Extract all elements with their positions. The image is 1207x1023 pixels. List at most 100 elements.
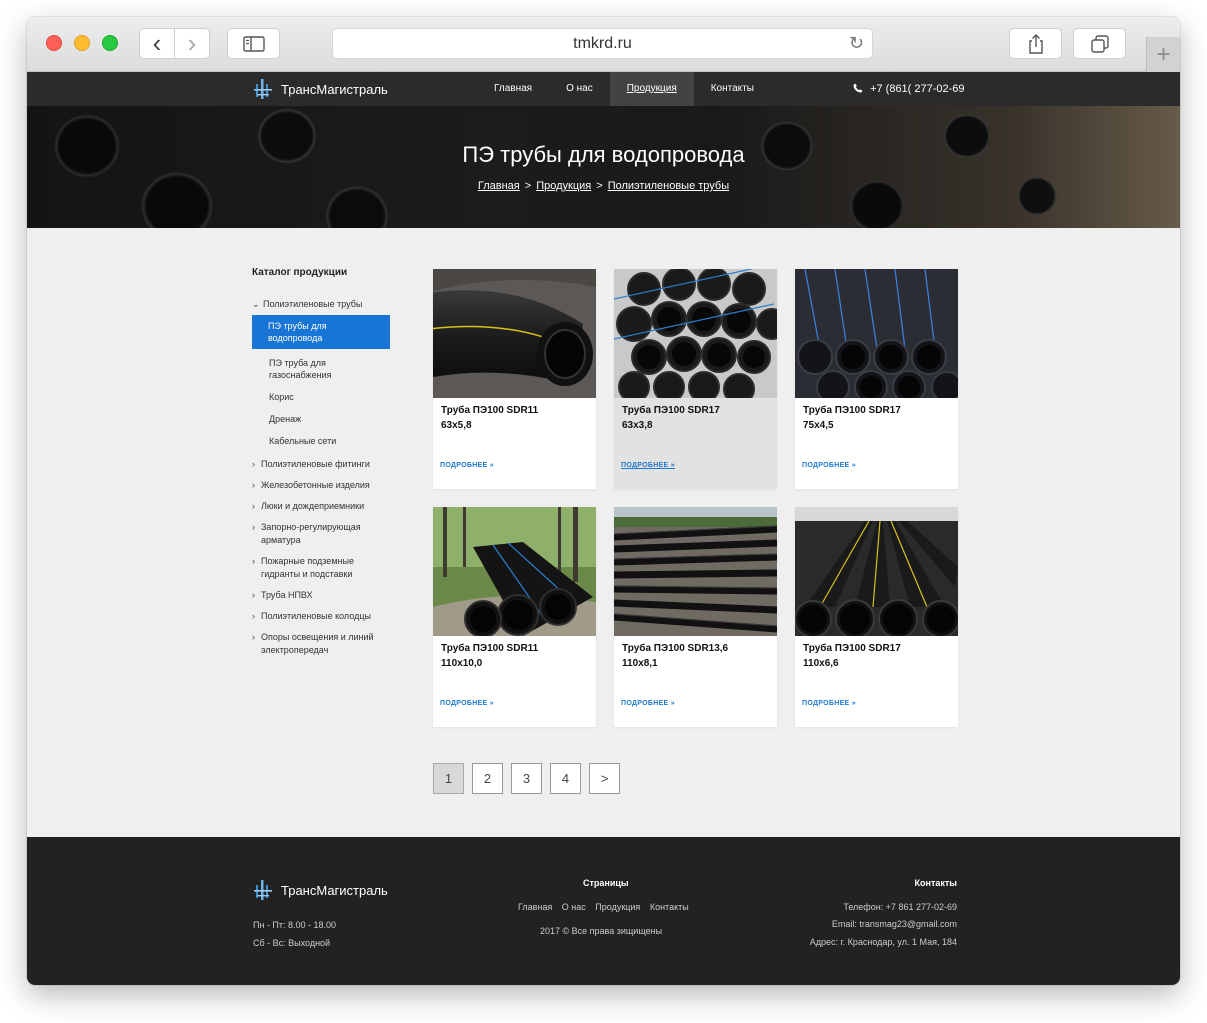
- site-logo[interactable]: ТрансМагистраль: [253, 78, 388, 100]
- catalog-group-hydrants[interactable]: › Пожарные подземные гидранты и подставки: [252, 555, 392, 581]
- catalog-subitem-gas-pipes[interactable]: ПЭ труба для газоснабжения: [252, 355, 390, 383]
- more-link[interactable]: ПОДРОБНЕЕ »: [440, 700, 494, 707]
- product-title: Труба ПЭ100 SDR17 63х3,8: [622, 403, 720, 433]
- chevron-left-icon: ‹: [152, 28, 162, 58]
- product-name: Труба ПЭ100 SDR17: [803, 405, 901, 416]
- product-card[interactable]: Труба ПЭ100 SDR11 110х10,0 ПОДРОБНЕЕ »: [433, 507, 596, 727]
- site-footer: ТрансМагистраль Пн - Пт: 8.00 - 18.00 Сб…: [27, 837, 1180, 985]
- footer-link-contacts[interactable]: Контакты: [650, 902, 689, 912]
- catalog-group-label: Запорно-регулирующая арматура: [261, 522, 361, 545]
- pagination: 1 2 3 4 >: [433, 763, 620, 794]
- breadcrumb-separator: >: [596, 180, 603, 192]
- nav-link-home[interactable]: Главная: [477, 72, 549, 106]
- forward-button[interactable]: ›: [174, 28, 210, 59]
- share-button[interactable]: [1009, 28, 1062, 59]
- page-button-2[interactable]: 2: [472, 763, 503, 794]
- page-button-1[interactable]: 1: [433, 763, 464, 794]
- sidebar-toggle-button[interactable]: [227, 28, 280, 59]
- logo-icon: [254, 79, 272, 99]
- product-grid: Труба ПЭ100 SDR11 63х5,8 ПОДРОБНЕЕ » Труб…: [423, 263, 963, 727]
- product-card[interactable]: Труба ПЭ100 SDR13,6 110х8,1 ПОДРОБНЕЕ »: [613, 507, 778, 727]
- page-button-3[interactable]: 3: [511, 763, 542, 794]
- chevron-right-icon: ›: [187, 28, 197, 58]
- more-link[interactable]: ПОДРОБНЕЕ »: [802, 462, 856, 469]
- breadcrumb-separator: >: [524, 180, 532, 192]
- chevron-right-icon: ›: [252, 556, 255, 566]
- footer-email[interactable]: Email: transmag23@gmail.com: [832, 919, 957, 929]
- product-image: [795, 268, 963, 404]
- product-card[interactable]: Труба ПЭ100 SDR17 110х6,6 ПОДРОБНЕЕ »: [794, 507, 960, 727]
- back-button[interactable]: ‹: [139, 28, 175, 59]
- footer-link-about[interactable]: О нас: [562, 902, 586, 912]
- main-menu: Главная О нас Продукция Контакты: [477, 72, 771, 106]
- browser-toolbar: ‹ › tmkrd.ru ↻ +: [27, 17, 1180, 72]
- more-link[interactable]: ПОДРОБНЕЕ »: [440, 462, 494, 469]
- more-link[interactable]: ПОДРОБНЕЕ »: [621, 700, 675, 707]
- product-size: 110х10,0: [441, 658, 483, 669]
- catalog-title: Каталог продукции: [252, 267, 348, 278]
- nav-link-about[interactable]: О нас: [549, 72, 610, 106]
- footer-logo[interactable]: ТрансМагистраль: [253, 879, 388, 901]
- product-name: Труба ПЭ100 SDR11: [441, 643, 539, 654]
- catalog-subitem-koris[interactable]: Корис: [252, 389, 390, 405]
- next-page-button[interactable]: >: [589, 763, 620, 794]
- catalog-subitem-drainage[interactable]: Дренаж: [252, 411, 390, 427]
- address-bar[interactable]: tmkrd.ru ↻: [332, 28, 873, 59]
- new-tab-button[interactable]: +: [1146, 37, 1180, 72]
- phone-number: +7 (861( 277-02-69: [870, 83, 965, 95]
- more-link[interactable]: ПОДРОБНЕЕ »: [621, 462, 675, 469]
- catalog-group-pe-pipes[interactable]: ⌄ Полиэтиленовые трубы: [252, 298, 392, 311]
- page-button-4[interactable]: 4: [550, 763, 581, 794]
- product-card[interactable]: Труба ПЭ100 SDR17 63х3,8 ПОДРОБНЕЕ »: [613, 263, 788, 489]
- logo-text: ТрансМагистраль: [281, 81, 388, 97]
- catalog-group-label: Полиэтиленовые трубы: [263, 299, 363, 309]
- close-window-button[interactable]: [46, 35, 62, 51]
- product-image: [613, 507, 778, 636]
- hero-banner: ПЭ трубы для водопровода Главная > Продукц…: [27, 106, 1180, 228]
- footer-link-products[interactable]: Продукция: [595, 902, 640, 912]
- product-size: 63х5,8: [441, 420, 472, 431]
- catalog-group-lighting-poles[interactable]: › Опоры освещения и линий электропередач: [252, 631, 392, 657]
- catalog-group-pe-fittings[interactable]: › Полиэтиленовые фитинги: [252, 458, 392, 471]
- catalog-group-label: Пожарные подземные гидранты и подставки: [261, 556, 354, 579]
- catalog-subitem-cable-networks[interactable]: Кабельные сети: [252, 433, 390, 449]
- share-icon: [1028, 33, 1043, 54]
- product-card[interactable]: Труба ПЭ100 SDR11 63х5,8 ПОДРОБНЕЕ »: [423, 269, 596, 489]
- header-phone[interactable]: +7 (861( 277-02-69: [853, 72, 965, 106]
- catalog-group-pe-wells[interactable]: › Полиэтиленовые колодцы: [252, 610, 392, 623]
- product-card[interactable]: Труба ПЭ100 SDR17 75х4,5 ПОДРОБНЕЕ »: [795, 268, 963, 489]
- chevron-right-icon: ›: [252, 501, 255, 511]
- more-link[interactable]: ПОДРОБНЕЕ »: [802, 700, 856, 707]
- sidebar-icon: [242, 35, 265, 52]
- chevron-right-icon: ›: [252, 522, 255, 532]
- breadcrumb-products[interactable]: Продукция: [536, 180, 591, 192]
- catalog-group-concrete[interactable]: › Железобетонные изделия: [252, 479, 392, 492]
- catalog-group-manholes[interactable]: › Люки и дождеприемники: [252, 500, 392, 513]
- footer-link-home[interactable]: Главная: [518, 902, 552, 912]
- product-image: [423, 269, 596, 398]
- nav-link-contacts[interactable]: Контакты: [694, 72, 771, 106]
- product-name: Труба ПЭ100 SDR11: [441, 405, 539, 416]
- catalog-group-label: Труба НПВХ: [261, 590, 313, 600]
- product-size: 110х6,6: [803, 658, 839, 669]
- product-image: [613, 263, 788, 405]
- product-title: Труба ПЭ100 SDR11 110х10,0: [441, 641, 538, 671]
- catalog-group-pvc-pipe[interactable]: › Труба НПВХ: [252, 589, 392, 602]
- reload-icon[interactable]: ↻: [849, 33, 864, 54]
- footer-phone[interactable]: Телефон: +7 861 277-02-69: [843, 902, 957, 912]
- maximize-window-button[interactable]: [102, 35, 118, 51]
- minimize-window-button[interactable]: [74, 35, 90, 51]
- catalog-group-label: Железобетонные изделия: [261, 480, 370, 490]
- nav-link-products[interactable]: Продукция: [609, 72, 694, 106]
- catalog-group-label: Полиэтиленовые колодцы: [261, 611, 371, 621]
- catalog-subitem-water-pipes[interactable]: ПЭ трубы для водопровода: [252, 315, 390, 349]
- breadcrumb-pe-pipes[interactable]: Полиэтиленовые трубы: [608, 180, 729, 192]
- product-title: Труба ПЭ100 SDR11 63х5,8: [441, 403, 538, 433]
- catalog-group-valves[interactable]: › Запорно-регулирующая арматура: [252, 521, 392, 547]
- tabs-overview-button[interactable]: [1073, 28, 1126, 59]
- browser-window: ‹ › tmkrd.ru ↻ + ТрансМагистраль Главная…: [27, 17, 1180, 985]
- breadcrumb-home[interactable]: Главная: [478, 180, 520, 192]
- product-title: Труба ПЭ100 SDR17 75х4,5: [803, 403, 901, 433]
- footer-address: Адрес: г. Краснодар, ул. 1 Мая, 184: [809, 937, 957, 947]
- product-size: 75х4,5: [803, 420, 834, 431]
